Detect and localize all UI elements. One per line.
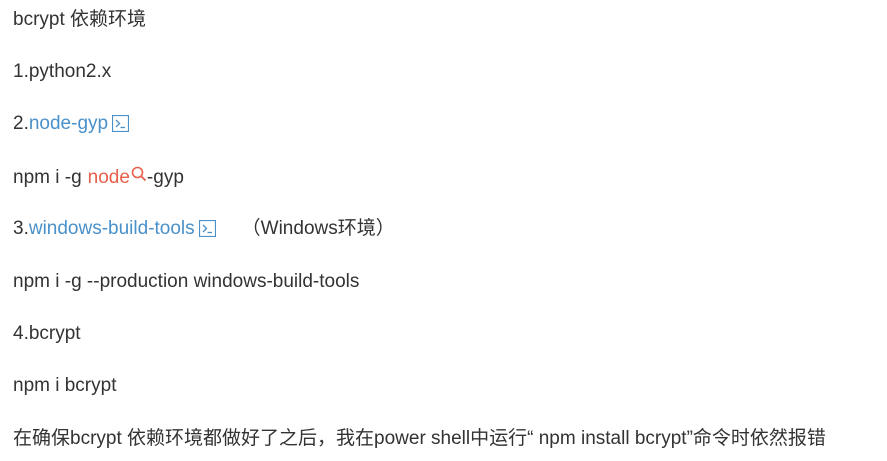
- heading-bcrypt-dependencies: bcrypt 依赖环境: [13, 8, 146, 32]
- search-term-node[interactable]: node: [88, 167, 130, 188]
- line-text: 在确保bcrypt 依赖环境都做好了之后，我在power shell中运行“ n…: [13, 428, 826, 449]
- command-prefix: npm i -g: [13, 167, 82, 188]
- command-npm-bcrypt: npm i bcrypt: [13, 374, 116, 398]
- search-icon[interactable]: [131, 165, 147, 189]
- list-item-bcrypt: 4.bcrypt: [13, 322, 81, 346]
- windows-build-tools-link[interactable]: windows-build-tools: [29, 218, 195, 239]
- line-text: npm i -g --production windows-build-tool…: [13, 271, 360, 292]
- terminal-icon[interactable]: [111, 114, 130, 139]
- list-item-windows-build-tools: 3.windows-build-tools （Windows环境）: [13, 217, 395, 244]
- command-npm-node-gyp: npm i -g node -gyp: [13, 165, 184, 190]
- line-text: npm i bcrypt: [13, 375, 117, 396]
- paragraph-error-description: 在确保bcrypt 依赖环境都做好了之后，我在power shell中运行“ n…: [13, 427, 826, 451]
- item-number: 2.: [13, 113, 29, 134]
- terminal-icon[interactable]: [198, 219, 216, 244]
- windows-env-note: （Windows环境）: [241, 218, 395, 239]
- list-item-node-gyp: 2.node-gyp: [13, 112, 130, 139]
- list-item-python: 1.python2.x: [13, 60, 111, 84]
- command-suffix: -gyp: [146, 167, 184, 188]
- line-text: bcrypt 依赖环境: [13, 9, 147, 30]
- line-text: 4.bcrypt: [13, 323, 81, 344]
- node-gyp-link[interactable]: node-gyp: [29, 113, 108, 134]
- line-text: 1.python2.x: [13, 61, 112, 82]
- item-number: 3.: [13, 218, 29, 239]
- command-npm-windows-build-tools: npm i -g --production windows-build-tool…: [13, 270, 359, 294]
